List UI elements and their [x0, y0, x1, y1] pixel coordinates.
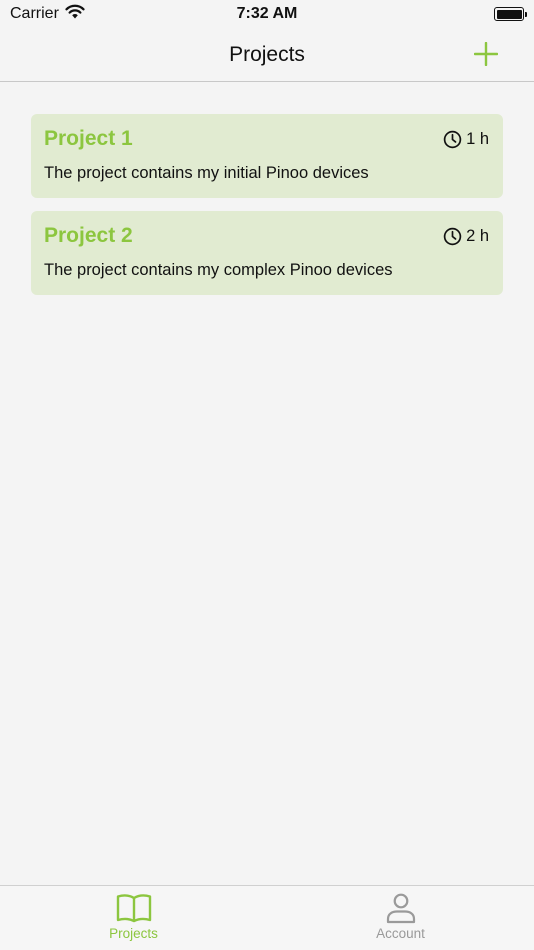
- project-duration: 2 h: [443, 227, 489, 246]
- clock-icon: [443, 227, 462, 246]
- plus-icon: [474, 42, 498, 66]
- carrier-label: Carrier: [10, 5, 59, 22]
- tab-label: Account: [376, 926, 425, 941]
- tab-projects[interactable]: Projects: [0, 886, 267, 950]
- project-card[interactable]: Project 1 1 h The project contains my in…: [31, 114, 503, 198]
- battery-icon: [494, 7, 527, 21]
- navigation-bar: Projects: [0, 28, 534, 82]
- wifi-icon: [65, 4, 85, 24]
- status-bar: Carrier 7:32 AM: [0, 0, 534, 28]
- person-icon: [386, 893, 415, 924]
- project-name: Project 2: [44, 224, 133, 247]
- add-project-button[interactable]: [472, 40, 500, 68]
- duration-label: 1 h: [466, 130, 489, 148]
- project-list: Project 1 1 h The project contains my in…: [31, 114, 503, 308]
- project-card[interactable]: Project 2 2 h The project contains my co…: [31, 211, 503, 295]
- tab-bar: Projects Account: [0, 885, 534, 950]
- project-duration: 1 h: [443, 130, 489, 149]
- project-name: Project 1: [44, 127, 133, 150]
- clock-icon: [443, 130, 462, 149]
- page-title: Projects: [229, 42, 305, 66]
- status-left: Carrier: [10, 4, 85, 24]
- tab-label: Projects: [109, 926, 158, 941]
- project-description: The project contains my initial Pinoo de…: [44, 164, 369, 182]
- tab-account[interactable]: Account: [267, 886, 534, 950]
- book-icon: [116, 894, 151, 923]
- project-description: The project contains my complex Pinoo de…: [44, 261, 393, 279]
- duration-label: 2 h: [466, 227, 489, 245]
